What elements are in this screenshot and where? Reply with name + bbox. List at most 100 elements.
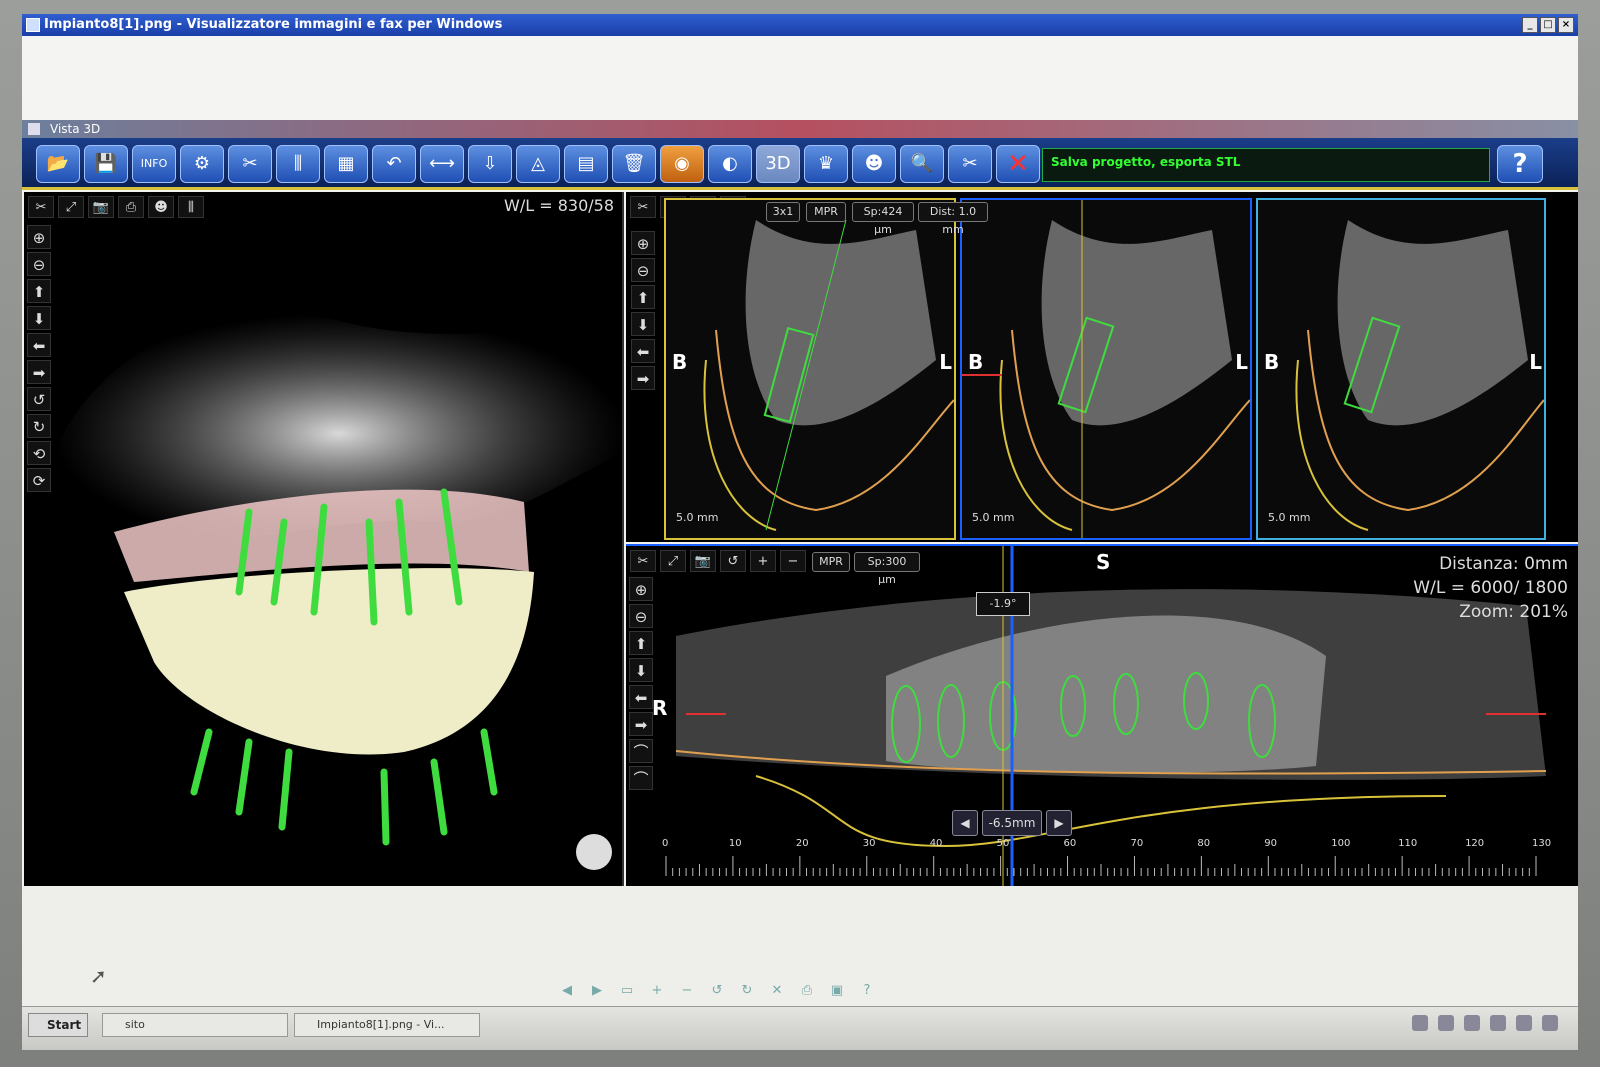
pano-ruler: 0 10 20 30 40 50 60 70 80 90 100 110 120 130 (662, 838, 1572, 878)
slice-nav-button-1[interactable]: ⊖ (631, 258, 655, 282)
view-button[interactable]: ◉ (660, 145, 704, 183)
angle-button[interactable]: ◬ (516, 145, 560, 183)
delete-icon[interactable]: ✕ (768, 982, 786, 1000)
print-icon[interactable]: ⎙ (798, 982, 816, 1000)
slice-option-pill[interactable]: Dist: 1.0 mm (918, 202, 988, 236)
settings-button[interactable]: ⚙ (180, 145, 224, 183)
measure-button[interactable]: ⟷ (420, 145, 464, 183)
taskbar: Start sito Impianto8[1].png - Vi... (22, 1006, 1578, 1050)
help-button[interactable]: ? (1497, 145, 1543, 183)
window-controls: _ □ × (1522, 17, 1574, 33)
scale-bar-label: 5.0 mm (1268, 511, 1311, 524)
taskbar-item-viewer[interactable]: Impianto8[1].png - Vi... (294, 1013, 480, 1037)
tray-icon[interactable] (1464, 1015, 1480, 1031)
main-toolbar: Salva progetto, esporta STL ? 📂 💾 INFO ⚙ ✂ ⫼ ▦… (22, 138, 1578, 190)
panoramic-panel[interactable]: ⊕ ⊖ ⬆ ⬇ ⬅ ➡ ⌒ ⌒ ✂ ⤢ 📷 ↺ + − S R -1.9° Dis (626, 544, 1578, 886)
slice-option-pill[interactable]: 3x1 (766, 202, 800, 222)
app-icon (26, 18, 40, 32)
ruler-tick-label: 50 (996, 838, 1010, 849)
help-icon[interactable]: ? (858, 982, 876, 1000)
status-message: Salva progetto, esporta STL (1042, 148, 1490, 182)
zoom-in-icon[interactable]: + (648, 982, 666, 1000)
cross-section-1[interactable]: B L 5.0 mm (664, 198, 956, 540)
calculator-button[interactable]: ▦ (324, 145, 368, 183)
ruler-tick-label: 80 (1197, 838, 1211, 849)
save-icon[interactable]: ▣ (828, 982, 846, 1000)
lingual-label: L (1235, 350, 1248, 374)
report-button[interactable]: ▤ (564, 145, 608, 183)
export-button[interactable]: ⇩ (468, 145, 512, 183)
head-button[interactable]: ☻ (852, 145, 896, 183)
ruler-tick-label: 90 (1264, 838, 1278, 849)
3d-view-panel[interactable]: ✂ ⤢ 📷 ⎙ ☻ ⫼ ⊕ ⊖ ⬆ ⬇ ⬅ ➡ ↺ ↻ ⟲ ⟳ W/L = 830/58 (24, 192, 624, 886)
pano-option-pill[interactable]: Sp:300 µm (854, 552, 920, 586)
viewer-bottom-area: ◀ ▶ ▭ + − ↺ ↻ ✕ ⎙ ▣ ? (22, 886, 1578, 1006)
prev-image-icon[interactable]: ◀ (558, 982, 576, 1000)
tray-icon[interactable] (1412, 1015, 1428, 1031)
ruler-tick-label: 70 (1130, 838, 1144, 849)
zoom-readout: Zoom: 201% (1459, 602, 1568, 622)
contrast-button[interactable]: ◐ (708, 145, 752, 183)
tray-icon[interactable] (1438, 1015, 1454, 1031)
scale-bar-label: 5.0 mm (972, 511, 1015, 524)
3d-button[interactable]: 3D (756, 145, 800, 183)
slice-nav-button-4[interactable]: ⬅ (631, 339, 655, 363)
viewer-toolbar: ◀ ▶ ▭ + − ↺ ↻ ✕ ⎙ ▣ ? (558, 982, 876, 1000)
nav-position-readout: -6.5mm (982, 810, 1042, 836)
cross-section-2[interactable]: B L 5.0 mm (960, 198, 1252, 540)
ruler-tick-label: 120 (1465, 838, 1485, 849)
cut-button[interactable]: ✂ (948, 145, 992, 183)
undo-button[interactable]: ↶ (372, 145, 416, 183)
minimize-button[interactable]: _ (1522, 17, 1538, 33)
pano-info: Distanza: 0mm W/L = 6000/ 1800 Zoom: 201… (1413, 552, 1568, 624)
cross-section-panel: ⊕⊖⬆⬇⬅➡ ✂⤢📷↺ B L 5.0 mm B (626, 192, 1578, 542)
slice-nav-button-3[interactable]: ⬇ (631, 312, 655, 336)
slice-option-pill[interactable]: MPR (806, 202, 846, 222)
zoom-out-icon[interactable]: − (678, 982, 696, 1000)
slice-nav-button-5[interactable]: ➡ (631, 366, 655, 390)
tools-button[interactable]: ✂ (228, 145, 272, 183)
nav-prev-button[interactable]: ◀ (952, 810, 978, 836)
ruler-tick-label: 100 (1331, 838, 1351, 849)
open-project-button[interactable]: 📂 (36, 145, 80, 183)
buccal-label: B (1264, 350, 1280, 374)
save-button[interactable]: 💾 (84, 145, 128, 183)
superior-label: S (1096, 550, 1111, 574)
mouse-cursor-icon: ➚ (90, 964, 107, 988)
maximize-button[interactable]: □ (1540, 17, 1556, 33)
info-button[interactable]: INFO (132, 145, 176, 183)
slice-nav-button-0[interactable]: ⊕ (631, 231, 655, 255)
close-button[interactable]: ✕ (996, 145, 1040, 183)
slice-tool-button-0[interactable]: ✂ (630, 196, 656, 218)
cross-section-3[interactable]: B L 5.0 mm (1256, 198, 1546, 540)
buccal-label: B (968, 350, 984, 374)
next-image-icon[interactable]: ▶ (588, 982, 606, 1000)
slice-nav-button-2[interactable]: ⬆ (631, 285, 655, 309)
window-titlebar: Impianto8[1].png - Visualizzatore immagi… (22, 14, 1578, 36)
scale-bar-label: 5.0 mm (676, 511, 719, 524)
delete-button[interactable]: 🗑 (612, 145, 656, 183)
tray-icon[interactable] (1516, 1015, 1532, 1031)
close-window-button[interactable]: × (1558, 17, 1574, 33)
taskbar-item-sito[interactable]: sito (102, 1013, 288, 1037)
ruler-tick-label: 130 (1532, 838, 1552, 849)
ruler-tick-label: 20 (795, 838, 809, 849)
orientation-head-icon[interactable] (576, 834, 612, 870)
tray-icon[interactable] (1490, 1015, 1506, 1031)
slice-side-tools: ⊕ ⊖ ⬆ ⬇ ⬅ ➡ (628, 228, 658, 393)
buccal-label: B (672, 350, 688, 374)
pano-wl-readout: W/L = 6000/ 1800 (1413, 578, 1568, 598)
inner-window-title: Vista 3D (50, 122, 101, 136)
search-button[interactable]: 🔍 (900, 145, 944, 183)
arch-button[interactable]: ♛ (804, 145, 848, 183)
rotate-right-icon[interactable]: ↻ (738, 982, 756, 1000)
nav-next-button[interactable]: ▶ (1046, 810, 1072, 836)
start-button[interactable]: Start (28, 1013, 88, 1037)
slice-option-pill[interactable]: Sp:424 µm (852, 202, 914, 236)
implant-button[interactable]: ⫼ (276, 145, 320, 183)
rotate-left-icon[interactable]: ↺ (708, 982, 726, 1000)
fit-icon[interactable]: ▭ (618, 982, 636, 1000)
pano-option-pill[interactable]: MPR (812, 552, 850, 572)
lingual-label: L (939, 350, 952, 374)
tray-icon[interactable] (1542, 1015, 1558, 1031)
